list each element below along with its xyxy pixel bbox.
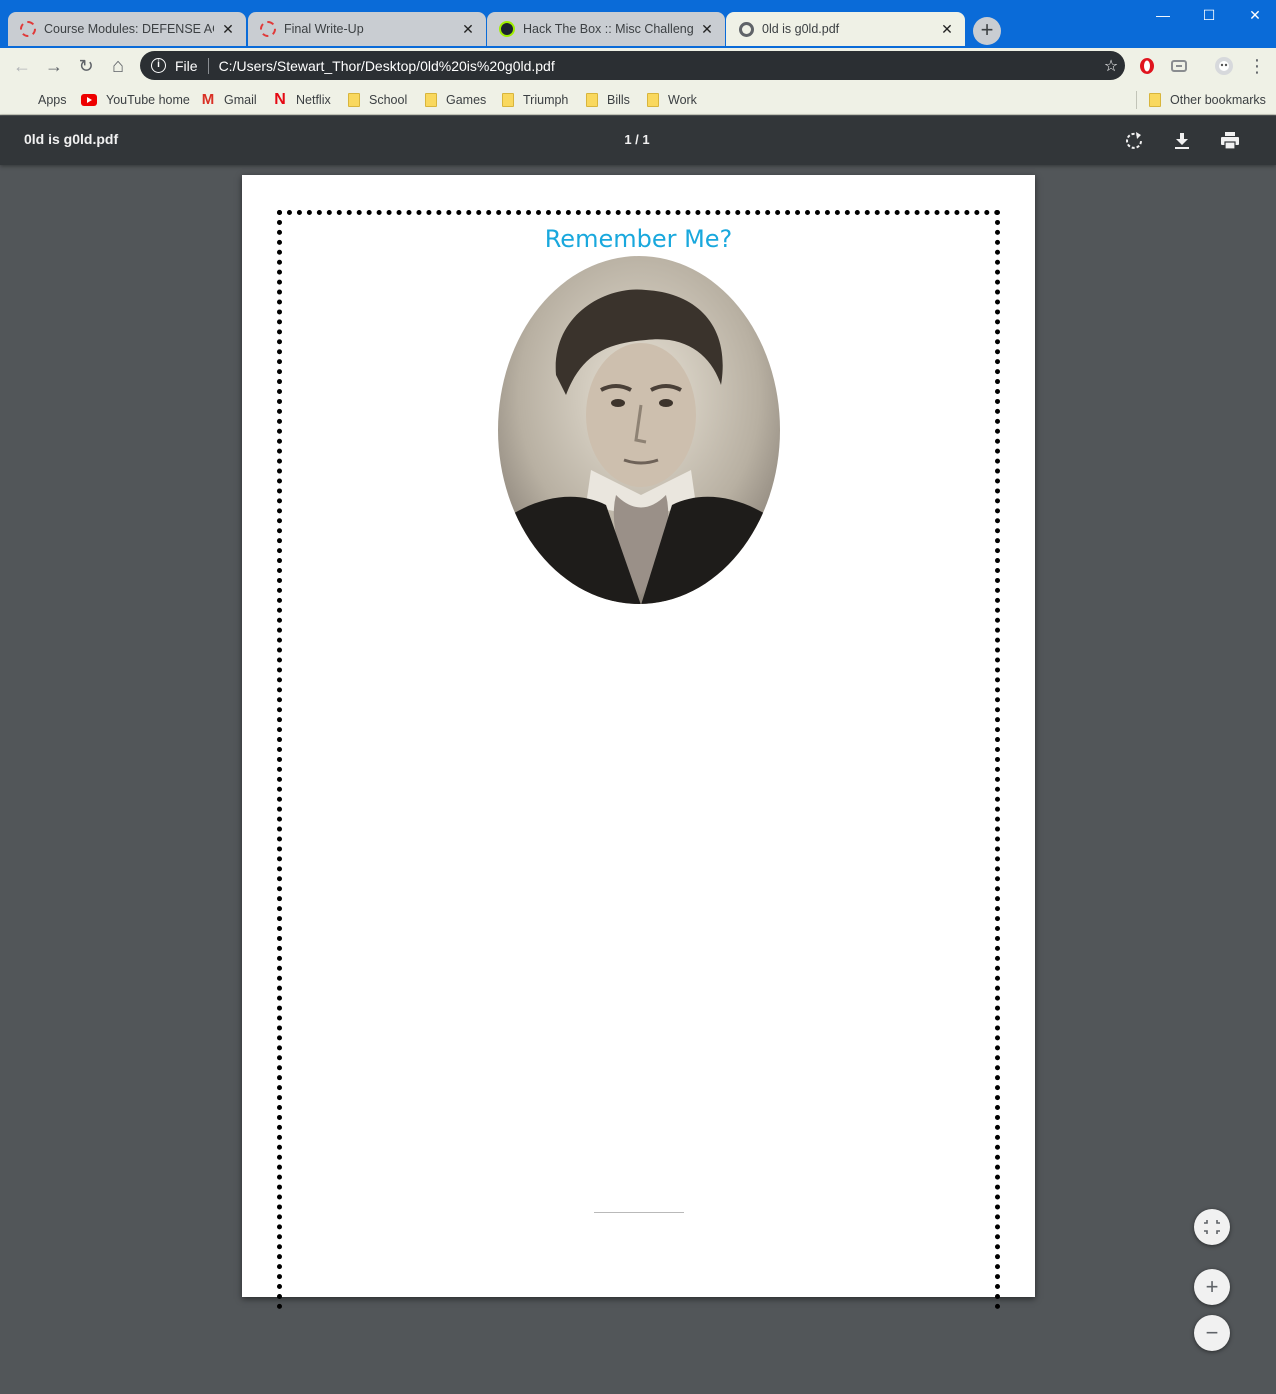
htb-cube-icon bbox=[499, 21, 515, 37]
home-button[interactable]: ⌂ bbox=[106, 54, 130, 78]
bookmark-label: Triumph bbox=[523, 93, 569, 107]
forward-button[interactable]: → bbox=[42, 54, 66, 78]
close-icon[interactable]: ✕ bbox=[939, 21, 955, 38]
bookmark-folder-work[interactable]: Work bbox=[647, 90, 697, 110]
bookmark-folder-games[interactable]: Games bbox=[425, 90, 486, 110]
tab-title: Hack The Box :: Misc Challenges bbox=[523, 22, 693, 36]
bookmark-youtube-home[interactable]: YouTube home bbox=[81, 90, 190, 110]
tab-course-modules[interactable]: Course Modules: DEFENSE AGAIN ✕ bbox=[8, 12, 246, 46]
url-text[interactable]: C:/Users/Stewart_Thor/Desktop/0ld%20is%2… bbox=[219, 58, 1097, 74]
bookmark-label: Gmail bbox=[224, 93, 257, 107]
menu-button[interactable]: ⋮ bbox=[1245, 54, 1269, 78]
netflix-icon: N bbox=[274, 91, 286, 108]
tab-title: Course Modules: DEFENSE AGAIN bbox=[44, 22, 214, 36]
bookmarks-divider bbox=[1136, 91, 1137, 109]
folder-icon bbox=[425, 93, 437, 107]
tab-title: Final Write-Up bbox=[284, 22, 364, 36]
bookmark-label: Apps bbox=[38, 93, 67, 107]
folder-icon bbox=[348, 93, 360, 107]
document-heading: Remember Me? bbox=[544, 225, 733, 253]
new-tab-button[interactable]: + bbox=[973, 17, 1001, 45]
zoom-out-button[interactable]: − bbox=[1194, 1315, 1230, 1351]
url-scheme: File bbox=[175, 57, 198, 74]
hidden-tiny-text bbox=[594, 1212, 684, 1213]
bookmark-apps[interactable]: Apps bbox=[15, 90, 67, 110]
zoom-in-button[interactable]: + bbox=[1194, 1269, 1230, 1305]
download-icon[interactable] bbox=[1170, 129, 1194, 153]
pdf-page: Remember Me? bbox=[242, 175, 1035, 1310]
rotate-icon[interactable] bbox=[1122, 129, 1146, 153]
browser-toolbar: ← → ↻ ⌂ i File C:/Users/Stewart_Thor/Des… bbox=[0, 48, 1276, 84]
profile-avatar-icon[interactable] bbox=[1213, 55, 1235, 77]
close-icon[interactable]: ✕ bbox=[220, 21, 236, 38]
page-indicator: 1 / 1 bbox=[624, 132, 650, 147]
pdf-toolbar: 0ld is g0ld.pdf 1 / 1 bbox=[0, 116, 1276, 165]
address-bar[interactable]: i File C:/Users/Stewart_Thor/Desktop/0ld… bbox=[140, 51, 1125, 80]
bookmark-folder-triumph[interactable]: Triumph bbox=[502, 90, 568, 110]
reload-button[interactable]: ↻ bbox=[74, 54, 98, 78]
url-divider bbox=[207, 57, 209, 74]
bookmark-label: Games bbox=[446, 93, 487, 107]
dotted-ring-icon bbox=[20, 21, 36, 37]
folder-icon bbox=[1149, 93, 1161, 107]
close-icon[interactable]: ✕ bbox=[460, 21, 476, 38]
folder-icon bbox=[502, 93, 514, 107]
youtube-icon bbox=[81, 94, 97, 106]
fit-to-page-button[interactable] bbox=[1194, 1209, 1230, 1245]
opera-extension-icon[interactable] bbox=[1136, 55, 1158, 77]
close-icon[interactable]: ✕ bbox=[699, 21, 715, 38]
bookmarks-bar: Apps YouTube home M Gmail N Netflix Scho… bbox=[0, 84, 1276, 115]
bookmark-gmail[interactable]: M Gmail bbox=[201, 90, 257, 110]
tab-old-is-gold-pdf[interactable]: 0ld is g0ld.pdf ✕ bbox=[726, 12, 965, 46]
fit-to-page-icon bbox=[1204, 1220, 1220, 1234]
dotted-ring-icon bbox=[260, 21, 276, 37]
bookmark-label: Netflix bbox=[296, 93, 331, 107]
tab-hack-the-box[interactable]: Hack The Box :: Misc Challenges ✕ bbox=[487, 12, 725, 46]
bookmark-netflix[interactable]: N Netflix bbox=[273, 90, 331, 110]
bookmark-label: Bills bbox=[607, 93, 630, 107]
gmail-icon: M bbox=[201, 91, 215, 108]
bookmark-label: School bbox=[369, 93, 408, 107]
maximize-button[interactable]: ☐ bbox=[1186, 4, 1232, 26]
cast-extension-icon[interactable] bbox=[1168, 55, 1190, 77]
folder-icon bbox=[586, 93, 598, 107]
window-close-button[interactable]: ✕ bbox=[1232, 4, 1276, 26]
bookmark-folder-bills[interactable]: Bills bbox=[586, 90, 630, 110]
globe-icon bbox=[738, 21, 754, 37]
apps-grid-icon bbox=[15, 93, 29, 107]
tab-strip: Course Modules: DEFENSE AGAIN ✕ Final Wr… bbox=[0, 0, 1276, 48]
folder-icon bbox=[647, 93, 659, 107]
bookmark-other-bookmarks[interactable]: Other bookmarks bbox=[1149, 90, 1266, 110]
back-button[interactable]: ← bbox=[10, 54, 34, 78]
print-icon[interactable] bbox=[1218, 129, 1242, 153]
tab-title: 0ld is g0ld.pdf bbox=[762, 22, 840, 36]
bookmark-label: Other bookmarks bbox=[1170, 93, 1266, 107]
tab-final-write-up[interactable]: Final Write-Up ✕ bbox=[248, 12, 486, 46]
pdf-filename: 0ld is g0ld.pdf bbox=[24, 131, 119, 147]
portrait-image bbox=[498, 256, 780, 604]
bookmark-label: YouTube home bbox=[106, 93, 190, 107]
bookmark-star-icon[interactable]: ☆ bbox=[1097, 56, 1125, 76]
bookmark-label: Work bbox=[668, 93, 697, 107]
site-info-icon[interactable]: i bbox=[151, 58, 166, 73]
bookmark-folder-school[interactable]: School bbox=[348, 90, 407, 110]
minimize-button[interactable]: — bbox=[1140, 4, 1186, 26]
